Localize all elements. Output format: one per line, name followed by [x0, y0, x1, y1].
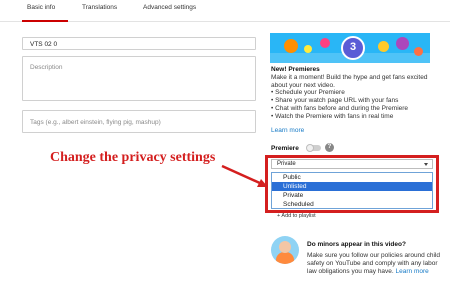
minors-learn-more-link[interactable]: Learn more: [396, 268, 429, 275]
minors-illustration-icon: [271, 236, 299, 264]
minors-title: Do minors appear in this video?: [307, 241, 406, 248]
minors-body: Make sure you follow our policies around…: [307, 252, 442, 276]
